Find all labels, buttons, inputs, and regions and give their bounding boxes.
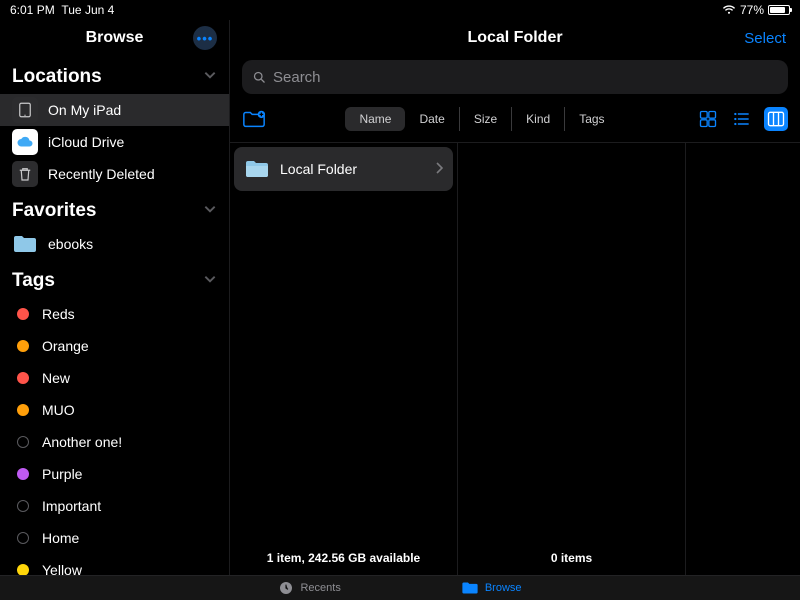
- main-header: Local Folder Select: [230, 20, 800, 56]
- sort-option-kind[interactable]: Kind: [512, 107, 565, 131]
- view-mode-switcher: [696, 107, 788, 131]
- folder-row-local-folder[interactable]: Local Folder: [234, 147, 453, 191]
- section-favorites-header[interactable]: Favorites: [0, 190, 229, 228]
- sidebar-item-label: New: [42, 370, 70, 386]
- sidebar-item-label: MUO: [42, 402, 75, 418]
- column-2: [686, 143, 800, 575]
- status-bar: 6:01 PM Tue Jun 4 77%: [0, 0, 800, 20]
- sort-option-name[interactable]: Name: [345, 107, 405, 131]
- sidebar-tag-item[interactable]: Important: [0, 490, 229, 522]
- folder-icon: [244, 159, 270, 179]
- sidebar-item-recently-deleted[interactable]: Recently Deleted: [0, 158, 229, 190]
- sort-option-date[interactable]: Date: [405, 107, 459, 131]
- chevron-down-icon: [203, 200, 217, 222]
- section-locations-header[interactable]: Locations: [0, 56, 229, 94]
- chevron-down-icon: [203, 270, 217, 292]
- section-favorites-label: Favorites: [12, 200, 96, 222]
- view-list-button[interactable]: [730, 107, 754, 131]
- tab-recents[interactable]: Recents: [278, 580, 340, 596]
- sidebar-item-label: ebooks: [48, 236, 93, 252]
- tag-hollow-dot: [17, 500, 29, 512]
- search-input[interactable]: Search: [242, 60, 788, 94]
- sidebar-title: Browse: [86, 29, 144, 47]
- sidebar-item-label: Yellow: [42, 562, 82, 575]
- status-time: 6:01 PM: [10, 3, 55, 17]
- tab-label: Browse: [485, 582, 522, 594]
- column-0: Local Folder 1 item, 242.56 GB available: [230, 143, 458, 575]
- column-footer: 0 items: [458, 543, 685, 575]
- sidebar-header: Browse •••: [0, 20, 229, 56]
- tag-color-dot: [17, 468, 29, 480]
- sidebar-item-ebooks[interactable]: ebooks: [0, 228, 229, 260]
- more-button[interactable]: •••: [193, 26, 217, 50]
- tag-color-dot: [17, 564, 29, 575]
- section-tags-label: Tags: [12, 270, 55, 292]
- sidebar-tag-item[interactable]: Another one!: [0, 426, 229, 458]
- sidebar-item-label: Reds: [42, 306, 75, 322]
- search-placeholder: Search: [273, 69, 321, 86]
- sidebar-item-label: Another one!: [42, 434, 122, 450]
- sidebar-tag-item[interactable]: Yellow: [0, 554, 229, 575]
- sidebar-item-icloud-drive[interactable]: iCloud Drive: [0, 126, 229, 158]
- tag-color-dot: [17, 404, 29, 416]
- cloud-icon: [12, 129, 38, 155]
- battery-icon: [768, 5, 790, 15]
- sort-option-tags[interactable]: Tags: [565, 107, 618, 131]
- sort-segmented-control[interactable]: NameDateSizeKindTags: [345, 107, 618, 131]
- sort-option-size[interactable]: Size: [460, 107, 512, 131]
- sidebar-tag-item[interactable]: MUO: [0, 394, 229, 426]
- status-date: Tue Jun 4: [61, 3, 114, 17]
- folder-row-label: Local Folder: [280, 161, 357, 177]
- folder-icon: [461, 581, 479, 595]
- sidebar-item-label: Orange: [42, 338, 89, 354]
- sidebar-tag-item[interactable]: Reds: [0, 298, 229, 330]
- page-title: Local Folder: [467, 29, 562, 47]
- sidebar-item-label: Purple: [42, 466, 82, 482]
- view-grid-button[interactable]: [696, 107, 720, 131]
- column-footer: 1 item, 242.56 GB available: [230, 543, 457, 575]
- sidebar: Browse ••• Locations On My iPad iCloud D…: [0, 20, 230, 575]
- trash-icon: [12, 161, 38, 187]
- sidebar-tag-item[interactable]: Home: [0, 522, 229, 554]
- column-1: 0 items: [458, 143, 686, 575]
- wifi-icon: [722, 5, 736, 15]
- section-tags-header[interactable]: Tags: [0, 260, 229, 298]
- tag-hollow-dot: [17, 532, 29, 544]
- tag-hollow-dot: [17, 436, 29, 448]
- tab-bar: Recents Browse: [0, 575, 800, 600]
- view-columns-button[interactable]: [764, 107, 788, 131]
- clock-icon: [278, 580, 294, 596]
- select-button[interactable]: Select: [744, 30, 786, 47]
- sidebar-tag-item[interactable]: Purple: [0, 458, 229, 490]
- tag-color-dot: [17, 372, 29, 384]
- chevron-right-icon: [435, 161, 443, 177]
- tag-color-dot: [17, 340, 29, 352]
- chevron-down-icon: [203, 66, 217, 88]
- sidebar-item-label: Home: [42, 530, 79, 546]
- tab-label: Recents: [300, 582, 340, 594]
- battery-percent: 77%: [740, 3, 764, 17]
- sidebar-item-on-my-ipad[interactable]: On My iPad: [0, 94, 229, 126]
- sidebar-item-label: iCloud Drive: [48, 134, 124, 150]
- toolbar: NameDateSizeKindTags: [242, 102, 788, 136]
- search-icon: [252, 70, 267, 85]
- folder-icon: [12, 234, 38, 254]
- sidebar-tag-item[interactable]: New: [0, 362, 229, 394]
- tag-color-dot: [17, 308, 29, 320]
- new-folder-button[interactable]: [242, 109, 268, 129]
- column-view: Local Folder 1 item, 242.56 GB available…: [230, 142, 800, 575]
- main-pane: Local Folder Select Search NameDateSizeK…: [230, 20, 800, 575]
- sidebar-tag-item[interactable]: Orange: [0, 330, 229, 362]
- ipad-icon: [12, 97, 38, 123]
- sidebar-item-label: Recently Deleted: [48, 166, 155, 182]
- section-locations-label: Locations: [12, 66, 102, 88]
- sidebar-item-label: Important: [42, 498, 101, 514]
- sidebar-item-label: On My iPad: [48, 102, 121, 118]
- tab-browse[interactable]: Browse: [461, 581, 522, 595]
